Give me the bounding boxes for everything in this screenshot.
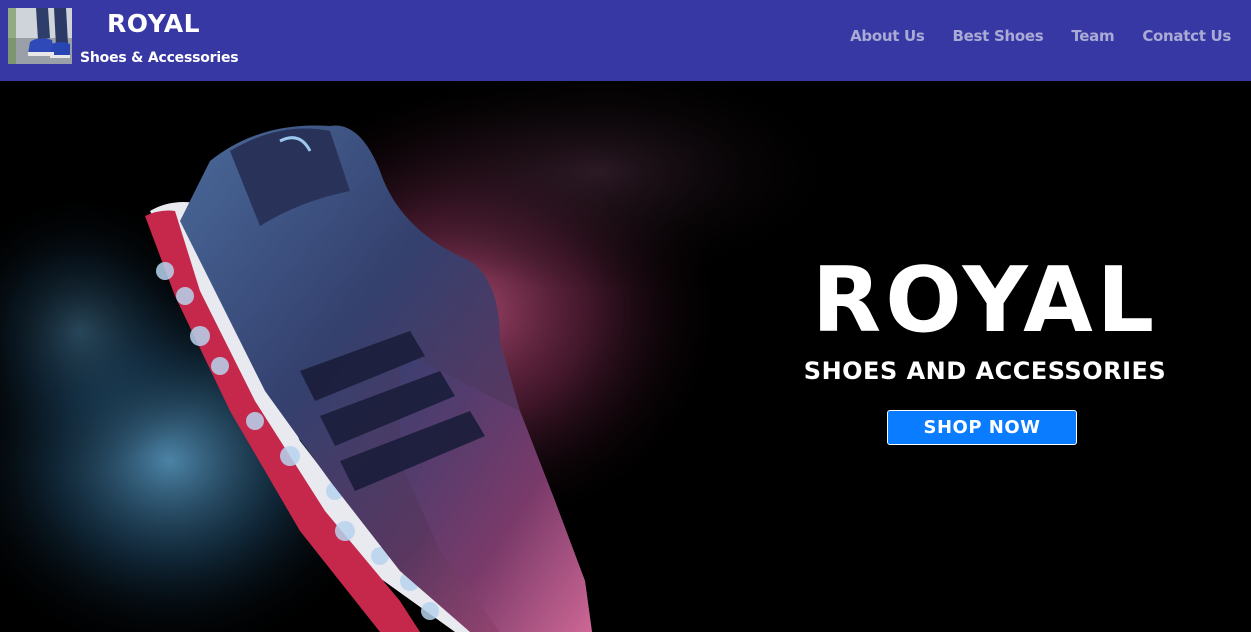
nav-menu: About Us Best Shoes Team Conatct Us (850, 24, 1231, 48)
hero-title: ROYAL (811, 248, 1159, 353)
nav-link-contact-us[interactable]: Conatct Us (1142, 24, 1231, 48)
hero-section: ROYAL SHOES AND ACCESSORIES SHOP NOW (0, 81, 1251, 632)
brand-subtitle: Shoes & Accessories (80, 50, 239, 66)
logo-image[interactable] (8, 8, 72, 64)
hero-subtitle: SHOES AND ACCESSORIES (803, 357, 1167, 385)
navbar: ROYAL Shoes & Accessories About Us Best … (0, 0, 1251, 81)
shoe-photo-icon (8, 8, 72, 64)
brand-title: ROYAL (107, 9, 201, 38)
nav-link-about-us[interactable]: About Us (850, 24, 925, 48)
nav-link-best-shoes[interactable]: Best Shoes (953, 24, 1044, 48)
shop-now-button[interactable]: SHOP NOW (887, 410, 1077, 445)
nav-link-team[interactable]: Team (1071, 24, 1114, 48)
